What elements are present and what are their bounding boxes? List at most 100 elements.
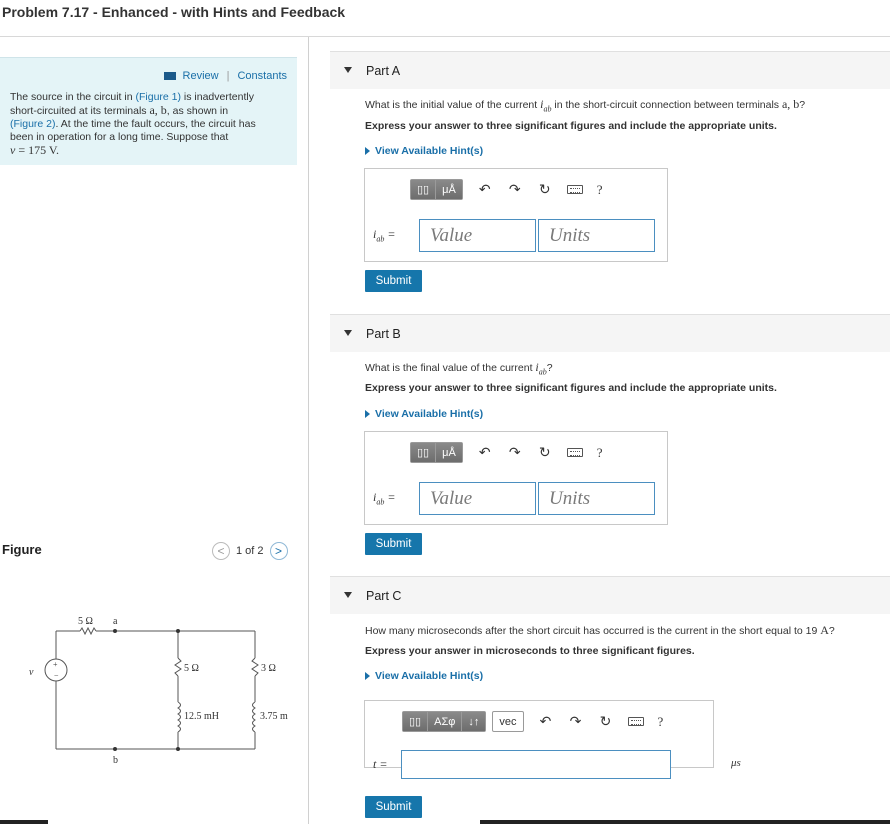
arrows-button[interactable]: ↓↑	[461, 712, 486, 731]
inductor-label: 12.5 mH	[184, 711, 219, 722]
junction-dot	[176, 747, 180, 751]
separator: |	[226, 70, 230, 82]
resistor-label: 5 Ω	[184, 663, 199, 674]
value-input[interactable]	[419, 219, 536, 252]
part-a-hints-link[interactable]: View Available Hint(s)	[365, 145, 483, 157]
template-group: ▯▯ μÅ	[410, 442, 463, 463]
undo-icon[interactable]: ↶	[477, 444, 493, 461]
collapse-triangle-icon	[344, 592, 352, 598]
hints-label: View Available Hint(s)	[375, 408, 484, 420]
part-b-hints-link[interactable]: View Available Hint(s)	[365, 408, 483, 420]
value-input[interactable]	[419, 482, 536, 515]
answer-variable: t =	[373, 757, 388, 771]
help-icon[interactable]: ?	[597, 182, 603, 198]
units-input[interactable]	[538, 219, 655, 252]
junction-dot	[176, 629, 180, 633]
answer-row: iab =	[373, 219, 655, 252]
terminal-labels: a, b	[149, 103, 167, 117]
part-b-answer-box: ▯▯ μÅ ↶ ↷ ↻ ? iab =	[364, 431, 668, 525]
review-link[interactable]: Review	[183, 70, 219, 82]
hints-label: View Available Hint(s)	[375, 670, 484, 682]
figure-prev-button[interactable]: <	[212, 542, 230, 560]
keyboard-icon[interactable]	[627, 717, 644, 726]
reset-icon[interactable]: ↻	[598, 713, 614, 730]
redo-icon[interactable]: ↷	[507, 444, 523, 461]
template-group: ▯▯ μÅ	[410, 179, 463, 200]
question-text: in the short-circuit connection between …	[551, 99, 782, 111]
math-toolbar: ▯▯ μÅ ↶ ↷ ↻ ?	[410, 442, 603, 463]
bottom-edge-bar	[480, 820, 890, 824]
question-text: ?	[799, 99, 806, 111]
current-variable: iab	[535, 360, 546, 376]
part-label: Part C	[366, 589, 402, 603]
source-label: v	[29, 667, 34, 678]
node-b-label: b	[113, 755, 118, 766]
hints-label: View Available Hint(s)	[375, 145, 484, 157]
bottom-edge-bar	[0, 820, 48, 824]
plus-sign: +	[53, 660, 58, 669]
units-input[interactable]	[538, 482, 655, 515]
part-label: Part A	[366, 64, 401, 78]
reset-icon[interactable]: ↻	[537, 444, 553, 461]
constants-link[interactable]: Constants	[237, 70, 287, 82]
templates-button[interactable]: ▯▯	[411, 443, 436, 462]
problem-info-panel: Review | Constants The source in the cir…	[0, 57, 297, 165]
templates-button[interactable]: ▯▯	[411, 180, 436, 199]
figure-heading: Figure	[2, 542, 42, 557]
resistor-label: 5 Ω	[78, 616, 93, 627]
part-c-instruction: Express your answer in microseconds to t…	[365, 645, 695, 657]
greek-button[interactable]: ΑΣφ	[427, 712, 462, 731]
statement-text: , as shown in	[166, 105, 229, 117]
part-a-header[interactable]: Part A	[330, 51, 890, 89]
keyboard-icon[interactable]	[566, 448, 583, 457]
template-group: ▯▯ ΑΣφ ↓↑	[402, 711, 487, 732]
units-button[interactable]: μÅ	[435, 443, 462, 462]
part-a-instruction: Express your answer to three significant…	[365, 120, 777, 132]
question-text: What is the initial value of the current	[365, 99, 541, 111]
part-c-submit-button[interactable]: Submit	[365, 796, 422, 818]
answer-variable: iab =	[373, 490, 396, 507]
part-c-header[interactable]: Part C	[330, 576, 890, 614]
help-icon[interactable]: ?	[658, 714, 664, 730]
figure-1-link[interactable]: (Figure 1)	[135, 91, 181, 103]
time-input[interactable]	[401, 750, 671, 779]
part-a-submit-button[interactable]: Submit	[365, 270, 422, 292]
part-a-question: What is the initial value of the current…	[365, 97, 805, 113]
expand-caret-icon	[365, 147, 370, 155]
redo-icon[interactable]: ↷	[507, 181, 523, 198]
inductor-label: 3.75 mH	[260, 711, 288, 722]
vector-button[interactable]: vec	[492, 711, 524, 732]
question-text: How many microseconds after the short ci…	[365, 625, 821, 637]
undo-icon[interactable]: ↶	[477, 181, 493, 198]
part-b-submit-button[interactable]: Submit	[365, 533, 422, 555]
var-name: t	[373, 757, 377, 771]
part-label: Part B	[366, 327, 401, 341]
reset-icon[interactable]: ↻	[537, 181, 553, 198]
figure-page-indicator: 1 of 2	[236, 545, 264, 557]
part-c-question: How many microseconds after the short ci…	[365, 623, 835, 638]
terminal-labels: a, b	[781, 97, 800, 111]
part-a-answer-box: ▯▯ μÅ ↶ ↷ ↻ ? iab =	[364, 168, 668, 262]
question-text: What is the final value of the current	[365, 362, 536, 374]
part-b-question: What is the final value of the current i…	[365, 360, 553, 376]
figure-next-button[interactable]: >	[269, 542, 288, 560]
question-text: ?	[828, 625, 835, 637]
part-c-answer-box: ▯▯ ΑΣφ ↓↑ vec ↶ ↷ ↻ ? t = μs	[364, 700, 741, 779]
answer-row: iab =	[373, 482, 655, 515]
keyboard-icon[interactable]	[566, 185, 583, 194]
figure-2-link[interactable]: (Figure 2)	[10, 118, 56, 130]
page-title: Problem 7.17 - Enhanced - with Hints and…	[2, 4, 346, 20]
templates-button[interactable]: ▯▯	[403, 712, 428, 731]
collapse-triangle-icon	[344, 330, 352, 336]
answer-unit: μs	[731, 757, 741, 769]
redo-icon[interactable]: ↷	[568, 713, 584, 730]
undo-icon[interactable]: ↶	[538, 713, 554, 730]
part-c-hints-link[interactable]: View Available Hint(s)	[365, 670, 483, 682]
unit-symbol: A	[820, 623, 829, 637]
var-subscript: ab	[376, 497, 385, 507]
units-button[interactable]: μÅ	[435, 180, 462, 199]
help-icon[interactable]: ?	[597, 445, 603, 461]
review-constants-bar: Review | Constants	[163, 70, 287, 82]
review-icon	[163, 72, 176, 80]
part-b-header[interactable]: Part B	[330, 314, 890, 352]
